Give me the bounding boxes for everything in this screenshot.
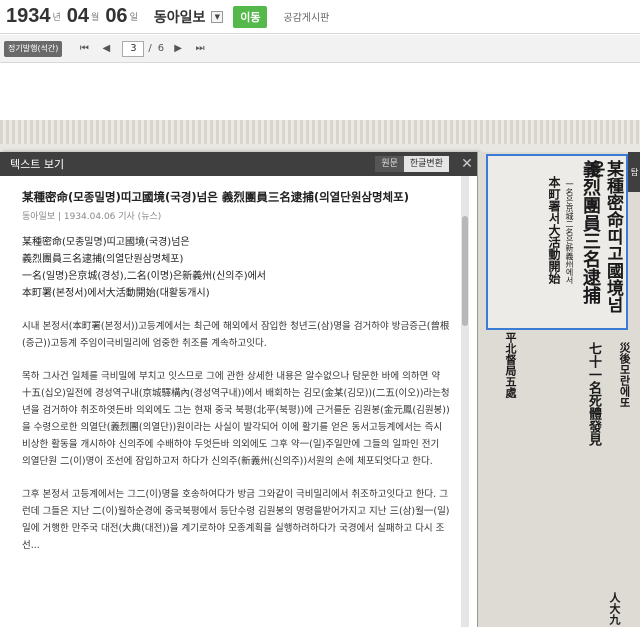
article-headline: 某種密命(모종밀명)띠고國境(국경)넘은 義烈團員三名逮捕(의열단원삼명체포) … — [22, 234, 450, 302]
first-page-icon[interactable]: ⏮ — [76, 41, 92, 57]
original-text-button[interactable]: 원문 — [375, 156, 404, 172]
headline-line: 一名(일명)은京城(경성),二名(이명)은新義州(신의주)에서 — [22, 271, 266, 282]
page-navigation-bar: 정기발행(석간) ⏮ ◀ 3 / 6 ▶ ⏭ — [0, 35, 640, 63]
newspaper-page-strip[interactable]: 某種密命띠고國境넘은 義烈團員三名逮捕 一名은京城二名은新義州에서 本町署서大活… — [478, 152, 640, 627]
issue-type-badge[interactable]: 정기발행(석간) — [4, 40, 63, 57]
total-pages: 6 — [157, 43, 165, 54]
newspaper-subheadline: 一名은京城二名은新義州에서 — [565, 180, 574, 284]
newspaper-text: 災後모란에또 — [618, 342, 631, 408]
day-unit: 일 — [129, 13, 138, 23]
panel-header: 텍스트 보기 원문 한글변환 ✕ — [0, 152, 477, 176]
scrollbar-thumb[interactable] — [462, 216, 468, 326]
panel-scrollbar[interactable] — [461, 176, 469, 627]
side-tab[interactable]: 탑 — [628, 152, 640, 192]
article-paragraph: 시내 본정서(本町署(본정서))고등계에서는 최근에 해외에서 잠입한 청년三(… — [22, 321, 450, 349]
newspaper-subheadline: 本町署서大活動開始 — [547, 176, 561, 284]
newspaper-text: 人大九 — [608, 592, 621, 625]
newspaper-text: 七十一名死體發見 — [586, 342, 601, 446]
year-value[interactable]: 1934 — [6, 5, 51, 28]
newspaper-name: 동아일보 — [153, 8, 206, 25]
scan-top-strip — [0, 120, 640, 144]
next-page-icon[interactable]: ▶ — [170, 41, 186, 57]
hangul-convert-button[interactable]: 한글변환 — [403, 156, 449, 172]
page-number-input[interactable]: 3 — [122, 40, 145, 57]
panel-title: 텍스트 보기 — [10, 158, 65, 171]
board-link[interactable]: 공감게시판 — [283, 9, 329, 24]
newspaper-headline: 義烈團員三名逮捕 — [580, 160, 601, 304]
text-view-panel: 텍스트 보기 원문 한글변환 ✕ 某種密命(모종밀명)띠고國境(국경)넘은 義烈… — [0, 152, 478, 627]
selected-article-highlight[interactable]: 某種密命띠고國境넘은 義烈團員三名逮捕 一名은京城二名은新義州에서 本町署서大活… — [486, 154, 628, 330]
headline-line: 義烈團員三名逮捕(의열단원삼명체포) — [22, 254, 184, 265]
page-separator: / — [148, 43, 152, 54]
article-title: 某種密命(모종밀명)띠고國境(국경)넘은 義烈團員三名逮捕(의열단원삼명체포) — [22, 190, 409, 204]
chevron-down-icon[interactable]: ▼ — [211, 10, 224, 23]
close-icon[interactable]: ✕ — [457, 156, 477, 172]
text-mode-toggle: 원문 한글변환 — [375, 156, 449, 172]
article-paragraph: 그후 본정서 고등계에서는 그二(이)명을 호송하여다가 방금 그와같이 극비밀… — [22, 489, 450, 551]
article-meta: 동아일보 | 1934.04.06 기사 (뉴스) — [22, 212, 162, 222]
newspaper-select[interactable]: 동아일보 ▼ — [154, 7, 224, 27]
prev-page-icon[interactable]: ◀ — [98, 41, 114, 57]
newspaper-text: 平北督局五處 — [504, 332, 517, 398]
go-button[interactable]: 이동 — [233, 5, 268, 28]
article-paragraph: 목하 그사건 일체를 극비밀에 부치고 잇스므로 그에 관한 상세한 내용은 알… — [22, 371, 450, 467]
day-value[interactable]: 06 — [105, 5, 127, 28]
article-text-area: 某種密命(모종밀명)띠고國境(국경)넘은 義烈團員三名逮捕(의열단원삼명체포) … — [0, 176, 462, 627]
month-unit: 월 — [91, 13, 100, 23]
headline-line: 某種密命(모종밀명)띠고國境(국경)넘은 — [22, 237, 190, 248]
month-value[interactable]: 04 — [67, 5, 89, 28]
year-unit: 년 — [52, 13, 61, 23]
last-page-icon[interactable]: ⏭ — [192, 41, 208, 57]
date-navigation-bar: 1934 년 04 월 06 일 동아일보 ▼ 이동 공감게시판 — [0, 0, 640, 34]
headline-line: 本町署(본정서)에서大活動開始(대활동개시) — [22, 288, 210, 299]
